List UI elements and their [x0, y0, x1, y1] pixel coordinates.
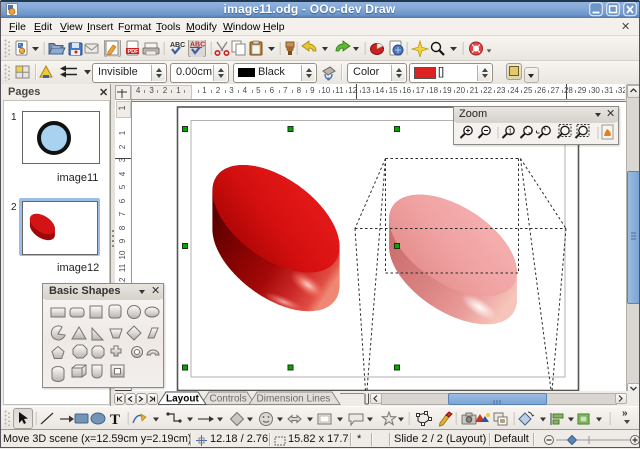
svg-text:Controls: Controls	[210, 394, 247, 405]
svg-text:1: 1	[508, 127, 512, 136]
svg-text:Layout: Layout	[166, 394, 199, 405]
svg-text:T: T	[110, 412, 120, 427]
svg-text:Dimension Lines: Dimension Lines	[257, 394, 331, 405]
svg-text:PDF: PDF	[128, 49, 140, 55]
svg-text:ABC: ABC	[170, 42, 185, 49]
